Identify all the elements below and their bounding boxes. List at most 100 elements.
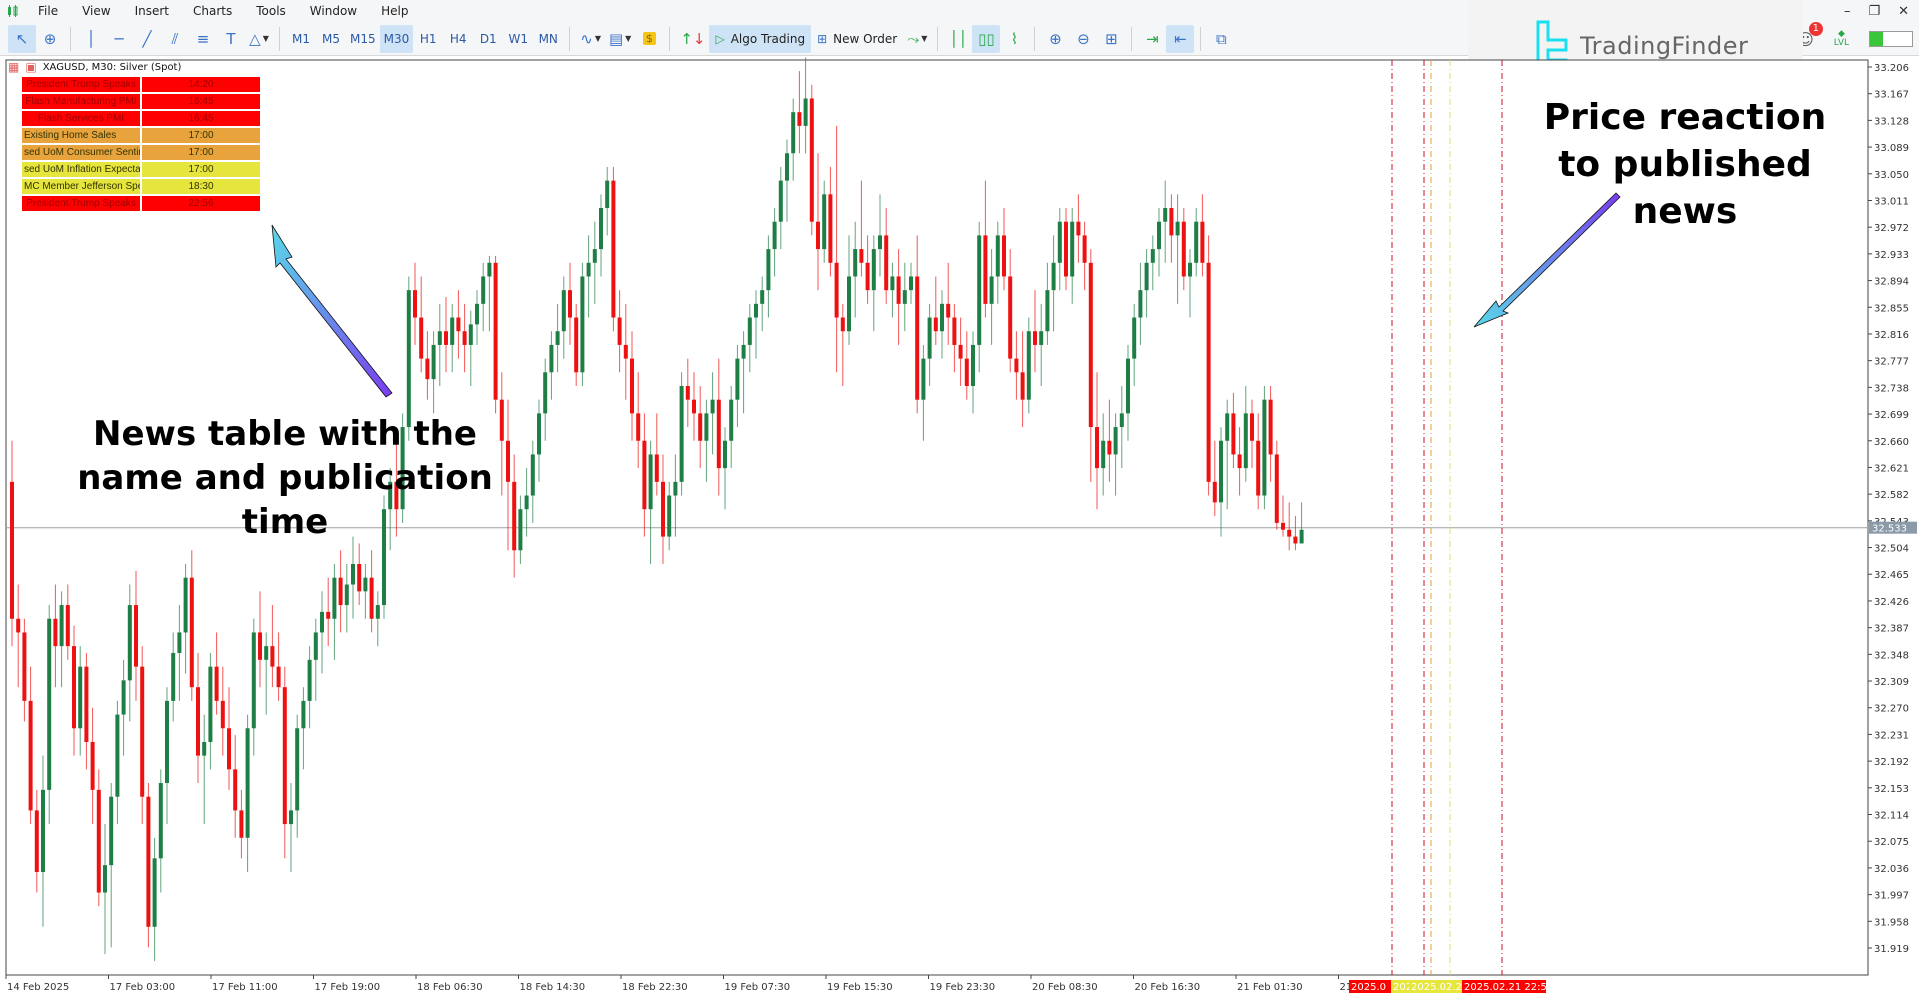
cursor-tool-button[interactable]: ↖ (8, 24, 36, 53)
candle-body (78, 666, 83, 729)
timeframe-m1[interactable]: M1 (286, 25, 316, 53)
candle-body (1008, 276, 1013, 359)
zoom-out-button[interactable]: ⊖ (1069, 25, 1097, 53)
candlestick-chart-button[interactable]: ▯▯ (972, 24, 1001, 53)
timeframe-mn[interactable]: MN (533, 25, 563, 53)
price-tick-label: 33.011 (1874, 196, 1909, 207)
candle-body (1002, 235, 1006, 277)
time-tick-label: 20 Feb 16:30 (1135, 982, 1201, 993)
candle-body (1281, 522, 1285, 530)
candle-body (865, 262, 870, 291)
timeframe-m15[interactable]: M15 (346, 25, 380, 53)
candle-body (1126, 358, 1130, 414)
news-name: Flash Manufacturing PMI (22, 94, 140, 109)
price-tick-label: 32.777 (1874, 357, 1909, 368)
candle-body (971, 344, 975, 386)
candle-body (140, 666, 145, 797)
menu-insert[interactable]: Insert (123, 0, 181, 22)
candle-body (785, 153, 789, 181)
candle-body (760, 290, 765, 304)
menu-file[interactable]: File (26, 0, 70, 22)
text-tool-button[interactable]: T (217, 25, 245, 53)
price-tick-label: 32.738 (1874, 383, 1909, 394)
vertical-line-icon: │ (86, 29, 96, 48)
candle-body (958, 344, 963, 359)
fibonacci-button[interactable]: ≡ (189, 25, 217, 53)
candle-body (574, 317, 579, 373)
chart-window[interactable]: 33.206 33.167 33.128 33.089 33.050 33.011 32.9… (0, 57, 1919, 996)
restore-icon[interactable]: ❐ (1868, 4, 1880, 19)
trendline-button[interactable]: ╱ (133, 25, 161, 53)
time-tick-label: 19 Feb 23:30 (930, 982, 996, 993)
scroll-end-icon: ⇥ (1146, 29, 1159, 48)
price-tick-label: 32.192 (1874, 757, 1909, 768)
candle-body (1014, 358, 1019, 373)
zoom-out-icon: ⊖ (1077, 29, 1090, 48)
timeframe-m5[interactable]: M5 (316, 25, 346, 53)
candle-body (902, 290, 907, 304)
menu-charts[interactable]: Charts (181, 0, 244, 22)
menu-view[interactable]: View (70, 0, 122, 22)
timeframe-h4[interactable]: H4 (443, 25, 473, 53)
candle-body (84, 666, 89, 742)
timeframe-w1[interactable]: W1 (503, 25, 533, 53)
candle-body (809, 98, 814, 222)
shapes-button[interactable]: △ ▼ (245, 25, 273, 53)
candle-body (741, 344, 746, 359)
channel-button[interactable]: ⫽ (161, 25, 189, 53)
signal-strength-meter (1869, 31, 1913, 47)
tile-windows-button[interactable]: ⊞ (1097, 25, 1125, 53)
new-order-button[interactable]: ⊞ New Order (811, 25, 903, 53)
market-button[interactable]: $ (635, 25, 663, 53)
templates-button[interactable]: ▤ ▼ (605, 25, 635, 53)
price-tick-label: 33.089 (1874, 143, 1909, 154)
timeframe-d1[interactable]: D1 (473, 25, 503, 53)
zoom-in-button[interactable]: ⊕ (1041, 25, 1069, 53)
time-tick-label: 19 Feb 07:30 (725, 982, 791, 993)
candle-body (747, 317, 752, 345)
candle-body (282, 687, 287, 825)
text-icon: T (226, 29, 236, 48)
vertical-line-button[interactable]: │ (77, 25, 105, 53)
candle-body (53, 618, 58, 647)
bar-chart-button[interactable]: ││ (944, 25, 972, 53)
news-row: President Trump Speaks 22:56 (22, 196, 260, 211)
line-chart-icon: ⌇ (1010, 29, 1019, 48)
screenshot-button[interactable]: ⧉ (1207, 25, 1235, 53)
indicators-button[interactable]: ∿ ▼ (576, 25, 605, 53)
candle-body (1287, 529, 1292, 537)
minimize-icon[interactable]: – (1844, 4, 1851, 19)
scroll-end-button[interactable]: ⇥ (1138, 25, 1166, 53)
candle-body (834, 262, 839, 318)
menu-tools[interactable]: Tools (244, 0, 298, 22)
candle-body (723, 440, 727, 469)
candle-body (537, 413, 541, 455)
algo-trading-button[interactable]: ▷ Algo Trading (709, 24, 812, 53)
time-tick-label: 17 Feb 11:00 (212, 982, 278, 993)
close-icon[interactable]: ✕ (1898, 4, 1909, 19)
candle-body (648, 454, 653, 510)
candle-body (1250, 413, 1254, 441)
candle-body (766, 249, 771, 291)
candle-body (146, 796, 151, 927)
timeframe-m30[interactable]: M30 (379, 24, 414, 53)
candle-body (735, 358, 740, 400)
candle-body (605, 180, 610, 209)
chart-shift-button[interactable]: ⇤ (1166, 24, 1195, 53)
candle-body (419, 317, 424, 359)
crosshair-tool-button[interactable]: ⊕ (36, 25, 64, 53)
price-tick-label: 32.153 (1874, 784, 1909, 795)
menu-window[interactable]: Window (298, 0, 369, 22)
timeframe-h1[interactable]: H1 (413, 25, 443, 53)
menu-help[interactable]: Help (369, 0, 420, 22)
signals-button[interactable]: ⤳ ▼ (903, 25, 931, 53)
trade-arrows-button[interactable]: ↑↓ (676, 25, 709, 53)
horizontal-line-button[interactable]: ─ (105, 25, 133, 53)
candle-body (1181, 221, 1186, 277)
toolbar-separator (937, 26, 939, 51)
line-chart-button[interactable]: ⌇ (1000, 25, 1028, 53)
candle-body (685, 385, 690, 400)
candle-body (1039, 331, 1044, 345)
candle-body (1188, 262, 1192, 277)
candle-body (158, 783, 163, 859)
